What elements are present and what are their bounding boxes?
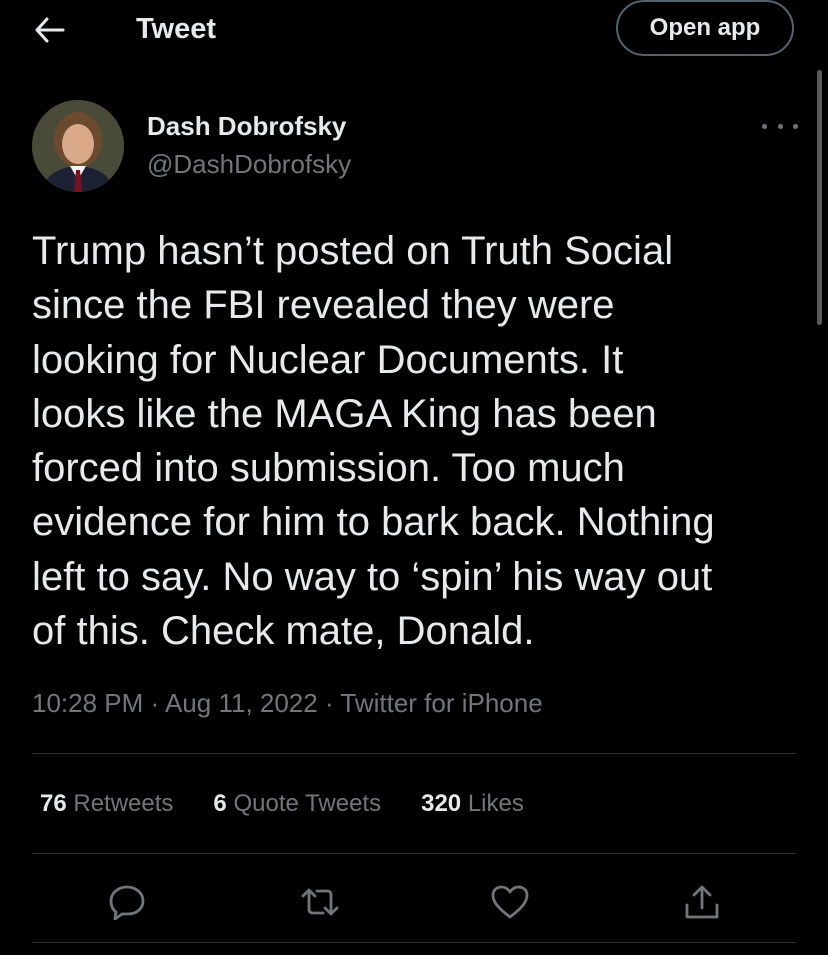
retweets-stat[interactable]: 76 Retweets xyxy=(40,788,173,820)
more-horizontal-icon xyxy=(762,123,767,129)
back-button[interactable] xyxy=(30,10,70,50)
retweet-button[interactable] xyxy=(298,880,342,924)
retweets-count: 76 xyxy=(40,790,67,817)
tweet-text: Trump hasn’t posted on Truth Social sinc… xyxy=(32,229,715,654)
profile-photo xyxy=(32,100,124,192)
share-button[interactable] xyxy=(680,880,724,924)
divider xyxy=(32,853,796,854)
likes-label: Likes xyxy=(467,790,524,817)
more-options-button[interactable] xyxy=(762,116,798,136)
tweet-page: Tweet Open app Dash Dobrofsky @DashDobro… xyxy=(0,0,828,955)
arrow-left-icon xyxy=(35,17,65,43)
more-horizontal-icon xyxy=(793,123,798,129)
retweets-label: Retweets xyxy=(73,790,174,817)
quotes-count: 6 xyxy=(213,790,227,817)
quotes-label: Quote Tweets xyxy=(233,790,382,817)
author-handle[interactable]: @DashDobrofsky xyxy=(147,148,351,180)
avatar[interactable] xyxy=(32,100,124,192)
likes-count: 320 xyxy=(421,790,462,817)
more-horizontal-icon xyxy=(777,123,783,129)
reply-icon xyxy=(109,885,145,920)
author-name[interactable]: Dash Dobrofsky xyxy=(147,110,346,142)
meta-separator: · xyxy=(143,688,165,718)
tweet-stats: 76 Retweets 6 Quote Tweets 320 Likes xyxy=(40,788,564,820)
likes-stat[interactable]: 320 Likes xyxy=(421,788,524,820)
scrollbar[interactable] xyxy=(817,70,822,325)
top-bar: Tweet Open app xyxy=(0,0,828,60)
tweet-time[interactable]: 10:28 PM xyxy=(32,688,143,718)
tweet-metadata: 10:28 PM · Aug 11, 2022 · Twitter for iP… xyxy=(32,686,543,720)
tweet-source[interactable]: Twitter for iPhone xyxy=(340,688,542,718)
divider xyxy=(32,942,796,943)
like-button[interactable] xyxy=(488,880,532,924)
reply-button[interactable] xyxy=(105,880,149,924)
retweet-icon xyxy=(301,888,339,916)
open-app-button[interactable]: Open app xyxy=(616,0,794,56)
meta-separator: · xyxy=(317,688,341,718)
page-title: Tweet xyxy=(136,13,217,45)
tweet-date[interactable]: Aug 11, 2022 xyxy=(165,688,318,718)
share-icon xyxy=(685,885,719,919)
divider xyxy=(32,753,796,754)
quote-tweets-stat[interactable]: 6 Quote Tweets xyxy=(213,788,381,820)
heart-icon xyxy=(491,885,529,919)
